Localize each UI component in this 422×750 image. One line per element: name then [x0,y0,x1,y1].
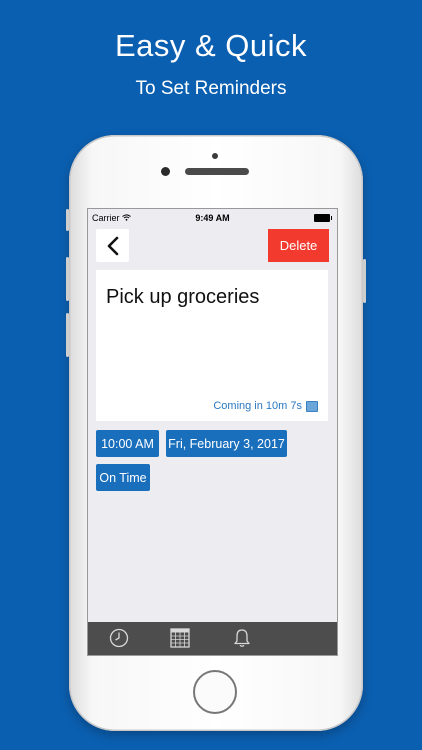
front-camera [161,167,170,176]
delete-button[interactable]: Delete [268,229,329,262]
calendar-grid-icon [170,628,190,648]
status-time: 9:49 AM [195,213,230,223]
reminder-title[interactable]: Pick up groceries [106,286,259,309]
volume-down-button [66,313,69,357]
promo-subheadline: To Set Reminders [135,78,287,99]
date-chip[interactable]: Fri, February 3, 2017 [166,430,287,457]
countdown: Coming in 10m 7s [213,400,318,412]
alert-type-chip[interactable]: On Time [96,464,150,491]
volume-up-button [66,257,69,301]
promo-headline: Easy & Quick [114,28,308,63]
clock-icon [109,628,129,648]
calendar-icon [306,400,318,412]
reminder-card[interactable]: Pick up groceries Coming in 10m 7s [96,270,328,421]
tab-bar [88,622,337,655]
bell-icon [234,629,250,647]
tab-alerts[interactable] [231,627,253,649]
earpiece [185,168,249,175]
status-bar: Carrier 9:49 AM [88,209,337,227]
tab-clock[interactable] [108,627,130,649]
home-button[interactable] [193,670,237,714]
proximity-sensor [212,153,218,159]
mute-switch [66,209,69,231]
time-chip[interactable]: 10:00 AM [96,430,159,457]
chevron-left-icon [107,236,118,255]
app-screen: Carrier 9:49 AM Delete Pick up groceries… [87,208,338,656]
countdown-text: Coming in 10m 7s [213,400,302,412]
power-button [363,259,366,303]
back-button[interactable] [96,229,129,262]
tab-calendar[interactable] [169,627,191,649]
battery-icon [314,214,332,222]
